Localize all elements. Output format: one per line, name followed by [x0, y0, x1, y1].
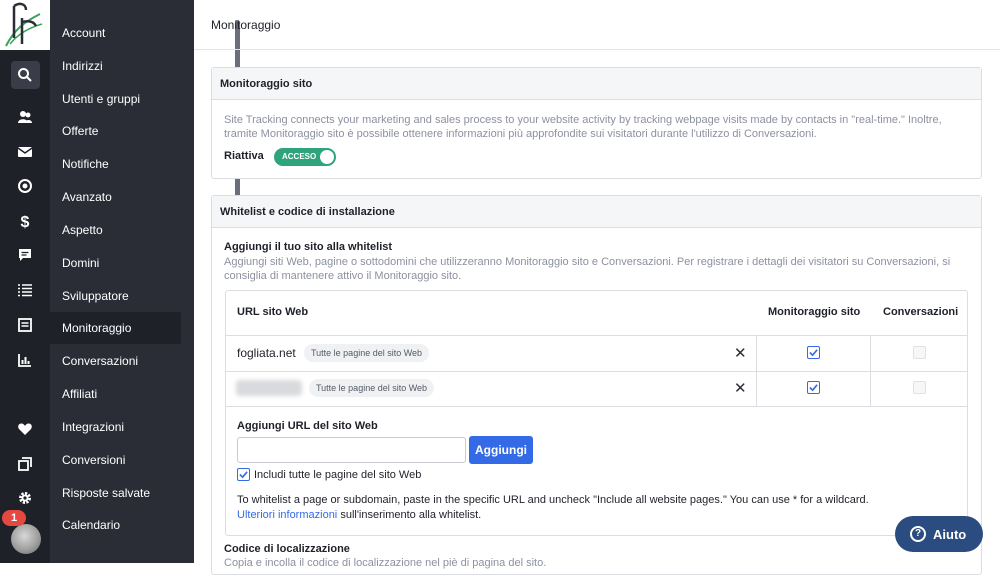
add-url-label: Aggiungi URL del sito Web	[237, 420, 378, 432]
whitelist-url: fogliata.net	[237, 346, 296, 360]
include-all-checkbox[interactable]	[237, 468, 250, 481]
whitelist-title: Whitelist e codice di installazione	[212, 196, 981, 228]
table-divider	[226, 406, 967, 407]
chat-icon[interactable]	[0, 241, 50, 269]
menu-item-monitoraggio[interactable]: Monitoraggio	[50, 312, 181, 344]
help-icon: ?	[910, 526, 926, 542]
add-button[interactable]: Aggiungi	[469, 436, 533, 464]
menu-item-indirizzi[interactable]: Indirizzi	[50, 50, 181, 82]
tracking-code-description: Copia e incolla il codice di localizzazi…	[224, 557, 547, 569]
menu-item-conversioni[interactable]: Conversioni	[50, 444, 181, 476]
chart-icon[interactable]	[0, 346, 50, 374]
heart-icon[interactable]	[0, 415, 50, 443]
menu-item-notifiche[interactable]: Notifiche	[50, 148, 181, 180]
help-text: To whitelist a page or subdomain, paste …	[237, 494, 869, 506]
column-header-url: URL sito Web	[237, 306, 309, 318]
help-button[interactable]: ? Aiuto	[895, 516, 983, 552]
avatar[interactable]	[11, 524, 41, 554]
whitelist-description-1: Aggiungi siti Web, pagine o sottodomini …	[224, 256, 951, 268]
menu-item-calendario[interactable]: Calendario	[50, 509, 181, 541]
toggle-knob	[320, 150, 334, 164]
toggle-label: ACCESO	[282, 152, 317, 161]
settings-menu: Account Indirizzi Utenti e gruppi Offert…	[50, 0, 240, 563]
reactivate-label: Riattiva	[224, 150, 264, 162]
document-icon[interactable]	[0, 311, 50, 339]
help-line: Ulteriori informazioni sull'inserimento …	[237, 509, 481, 521]
help-label: Aiuto	[933, 527, 967, 542]
site-tracking-description-1: Site Tracking connects your marketing an…	[224, 114, 942, 126]
learn-more-suffix: sull'inserimento alla whitelist.	[340, 509, 482, 521]
menu-item-affiliati[interactable]: Affiliati	[50, 378, 181, 410]
menu-item-utenti-e-gruppi[interactable]: Utenti e gruppi	[50, 83, 181, 115]
url-input[interactable]	[237, 437, 466, 463]
menu-item-conversazioni[interactable]: Conversazioni	[50, 345, 181, 377]
tracking-checkbox[interactable]	[807, 381, 820, 394]
page-header: Monitoraggio	[194, 0, 1000, 50]
column-header-conversations: Conversazioni	[883, 306, 959, 318]
search-icon[interactable]	[0, 61, 50, 89]
column-header-tracking: Monitoraggio sito	[768, 306, 861, 318]
menu-item-offerte[interactable]: Offerte	[50, 115, 181, 147]
menu-item-avanzato[interactable]: Avanzato	[50, 181, 181, 213]
site-tracking-title: Monitoraggio sito	[212, 68, 981, 100]
pages-icon[interactable]	[0, 450, 50, 478]
redacted-url	[236, 380, 302, 396]
scope-pill: Tutte le pagine del sito Web	[309, 379, 435, 397]
mail-icon[interactable]	[0, 138, 50, 166]
table-divider	[870, 336, 871, 406]
table-divider	[226, 371, 967, 372]
tracking-checkbox[interactable]	[807, 346, 820, 359]
include-all-label[interactable]: Includi tutte le pagine del sito Web	[254, 469, 421, 481]
contacts-icon[interactable]	[0, 103, 50, 131]
menu-item-domini[interactable]: Domini	[50, 247, 181, 279]
menu-item-aspetto[interactable]: Aspetto	[50, 214, 181, 246]
conversations-checkbox	[913, 381, 926, 394]
svg-text:$: $	[21, 214, 30, 229]
tracking-code-title: Codice di localizzazione	[224, 543, 350, 555]
scope-pill: Tutte le pagine del sito Web	[304, 344, 430, 362]
remove-icon[interactable]: ✕	[734, 379, 747, 397]
page-title: Monitoraggio	[211, 18, 281, 32]
site-tracking-toggle[interactable]: ACCESO	[274, 148, 336, 166]
menu-item-risposte-salvate[interactable]: Risposte salvate	[50, 477, 181, 509]
whitelist-description-2: consiglia di mantenere attivo il Monitor…	[224, 270, 462, 282]
remove-icon[interactable]: ✕	[734, 344, 747, 362]
menu-item-account[interactable]: Account	[50, 17, 181, 49]
gear-icon[interactable]	[0, 484, 50, 512]
list-icon[interactable]	[0, 276, 50, 304]
target-icon[interactable]	[0, 172, 50, 200]
table-divider	[226, 335, 967, 336]
site-tracking-description-2: tramite Monitoraggio sito è possibile ot…	[224, 128, 817, 140]
icon-rail: $ 1	[0, 0, 50, 563]
notification-badge: 1	[2, 510, 26, 526]
menu-item-sviluppatore[interactable]: Sviluppatore	[50, 280, 181, 312]
conversations-checkbox	[913, 346, 926, 359]
whitelist-add-title: Aggiungi il tuo sito alla whitelist	[224, 241, 393, 253]
menu-item-integrazioni[interactable]: Integrazioni	[50, 411, 181, 443]
app-logo[interactable]	[0, 0, 50, 50]
dollar-icon[interactable]: $	[0, 207, 50, 235]
table-divider	[756, 336, 757, 406]
learn-more-link[interactable]: Ulteriori informazioni	[237, 509, 337, 521]
